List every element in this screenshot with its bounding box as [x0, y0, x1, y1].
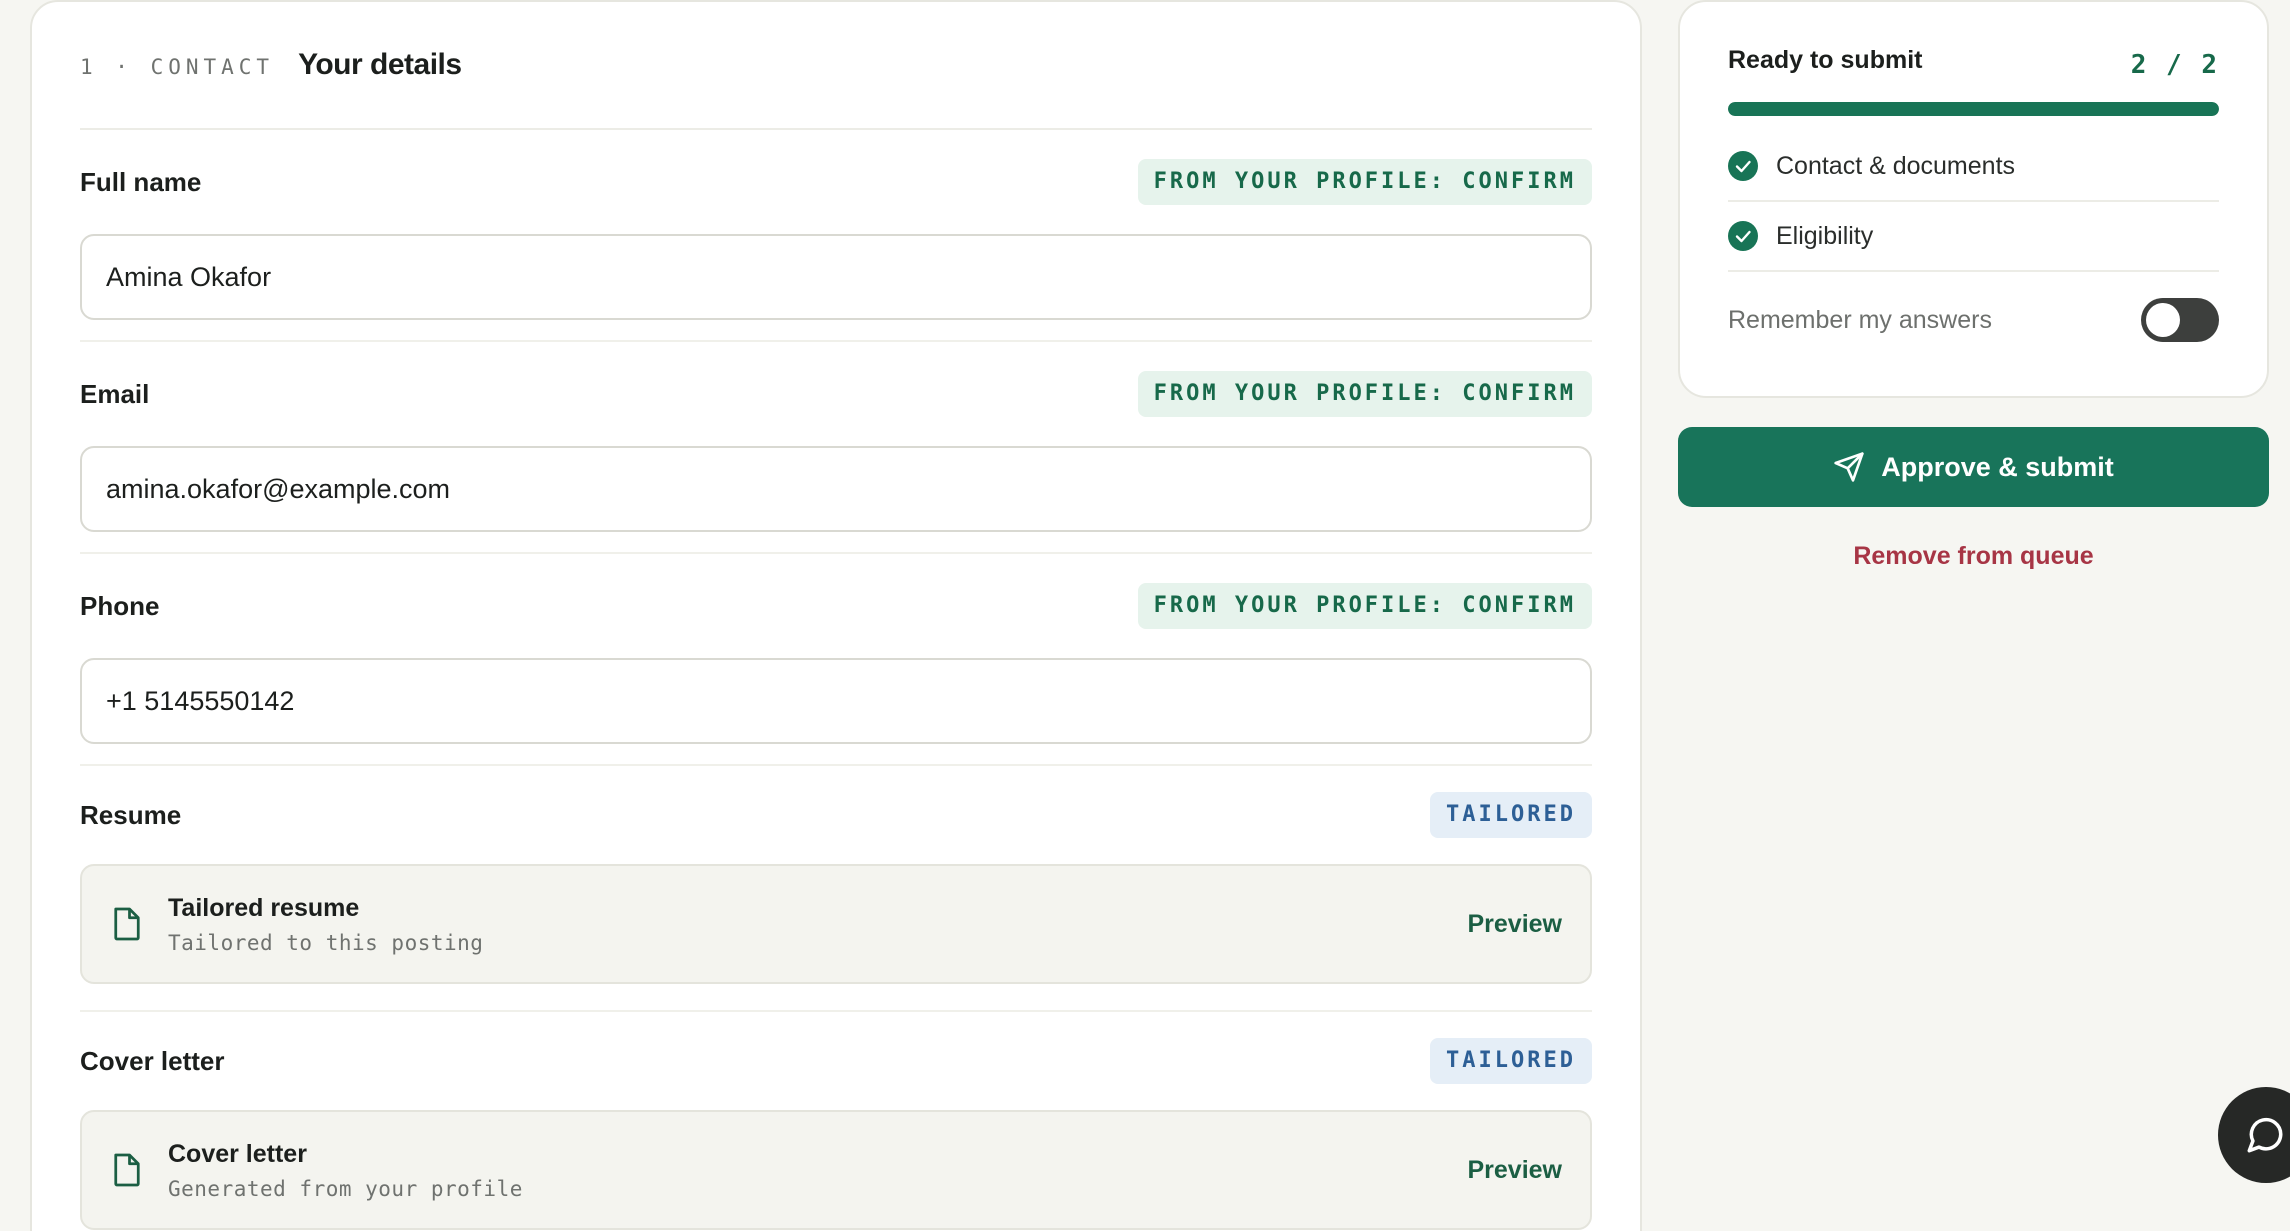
profile-confirm-badge: FROM YOUR PROFILE: CONFIRM	[1137, 371, 1592, 417]
cover-letter-title: Cover letter	[168, 1139, 307, 1168]
toggle-knob	[2146, 303, 2180, 337]
resume-title: Tailored resume	[168, 893, 360, 922]
contact-form-card: 1 · CONTACT Your details Full name FROM …	[30, 0, 1642, 1231]
remember-answers-row: Remember my answers	[1728, 272, 2219, 368]
step-label: 1 · CONTACT	[80, 55, 275, 79]
status-title: Ready to submit	[1728, 46, 1923, 74]
cover-letter-label: Cover letter	[80, 1045, 225, 1076]
status-count: 2 / 2	[2130, 50, 2219, 80]
check-circle-icon	[1728, 151, 1758, 181]
progress-fill	[1728, 102, 2219, 116]
progress-bar	[1728, 102, 2219, 116]
remove-from-queue-link[interactable]: Remove from queue	[1678, 542, 2269, 571]
approve-submit-label: Approve & submit	[1881, 451, 2114, 482]
resume-document-card: Tailored resume Tailored to this posting…	[80, 864, 1592, 984]
email-input[interactable]	[80, 446, 1592, 532]
document-icon	[114, 907, 140, 941]
approve-submit-button[interactable]: Approve & submit	[1678, 427, 2269, 507]
phone-field: Phone FROM YOUR PROFILE: CONFIRM	[80, 554, 1592, 766]
section-header: 1 · CONTACT Your details	[80, 2, 1592, 130]
send-icon	[1834, 452, 1864, 482]
checklist-label: Eligibility	[1776, 221, 1874, 250]
cover-letter-document-card: Cover letter Generated from your profile…	[80, 1110, 1592, 1230]
resume-field: Resume TAILORED Tailored resume Tailored…	[80, 766, 1592, 1012]
remember-answers-label: Remember my answers	[1728, 305, 1992, 334]
check-circle-icon	[1728, 221, 1758, 251]
full-name-field: Full name FROM YOUR PROFILE: CONFIRM	[80, 130, 1592, 342]
email-field: Email FROM YOUR PROFILE: CONFIRM	[80, 342, 1592, 554]
tailored-badge: TAILORED	[1430, 792, 1592, 838]
section-title: Your details	[298, 48, 462, 81]
checklist-item-eligibility: Eligibility	[1728, 202, 2219, 272]
status-header: Ready to submit 2 / 2	[1728, 2, 2219, 132]
remember-answers-toggle[interactable]	[2141, 298, 2219, 342]
resume-preview-link[interactable]: Preview	[1467, 910, 1562, 939]
document-icon	[114, 1153, 140, 1187]
cover-letter-field: Cover letter TAILORED Cover letter Gener…	[80, 1012, 1592, 1231]
phone-label: Phone	[80, 590, 160, 621]
cover-letter-preview-link[interactable]: Preview	[1467, 1156, 1562, 1185]
profile-confirm-badge: FROM YOUR PROFILE: CONFIRM	[1137, 583, 1592, 629]
profile-confirm-badge: FROM YOUR PROFILE: CONFIRM	[1137, 159, 1592, 205]
cover-letter-subtitle: Generated from your profile	[168, 1176, 523, 1201]
email-label: Email	[80, 378, 150, 409]
submission-status-card: Ready to submit 2 / 2 Contact & document…	[1678, 0, 2269, 398]
checklist-item-contact: Contact & documents	[1728, 132, 2219, 202]
checklist-label: Contact & documents	[1776, 151, 2016, 180]
phone-input[interactable]	[80, 658, 1592, 744]
resume-subtitle: Tailored to this posting	[168, 930, 484, 955]
full-name-input[interactable]	[80, 234, 1592, 320]
application-review-page: 1 · CONTACT Your details Full name FROM …	[0, 0, 2290, 1231]
full-name-label: Full name	[80, 166, 202, 197]
tailored-badge: TAILORED	[1430, 1038, 1592, 1084]
chat-button[interactable]	[2218, 1087, 2290, 1183]
chat-bubble-icon	[2247, 1117, 2283, 1153]
resume-label: Resume	[80, 799, 182, 830]
